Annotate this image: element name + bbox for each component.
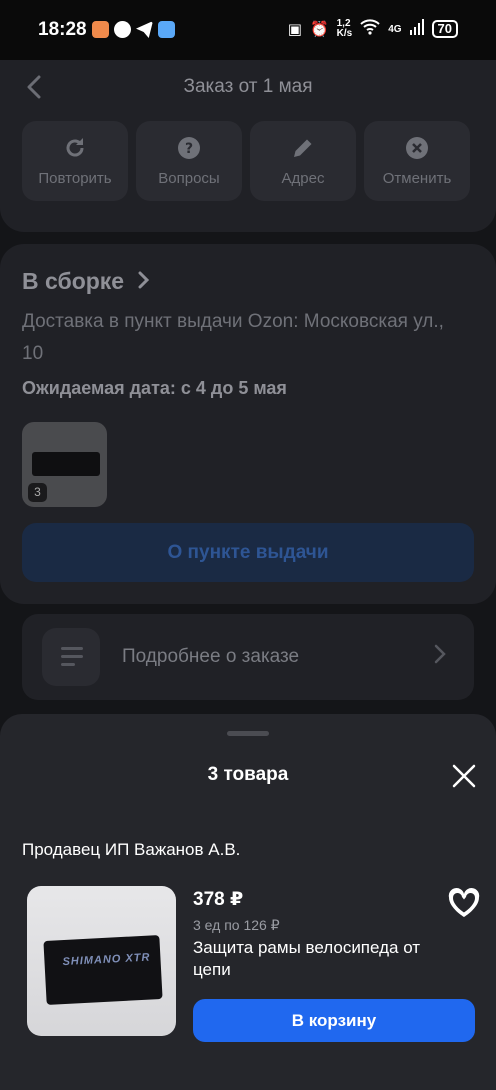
expected-date: Ожидаемая дата: с 4 до 5 мая (22, 378, 287, 398)
order-actions: Повторить ? Вопросы Адрес Отменить (22, 121, 470, 201)
pickup-point-button[interactable]: О пункте выдачи (22, 523, 474, 582)
product-price: 378 ₽ (193, 889, 244, 910)
add-to-cart-button[interactable]: В корзину (193, 999, 475, 1042)
delivery-address: Доставка в пункт выдачи Ozon: Московская… (22, 311, 444, 364)
sheet-title: 3 товара (207, 764, 289, 785)
chevron-right-icon (434, 644, 446, 664)
close-icon (452, 764, 476, 788)
product-unit-price: 3 ед по 126 ₽ (193, 917, 280, 933)
product-thumbnail-image (32, 452, 100, 476)
svg-text:?: ? (185, 141, 193, 157)
cancel-label: Отменить (382, 170, 452, 187)
questions-label: Вопросы (158, 170, 220, 187)
wifi-icon (360, 19, 380, 39)
cancel-icon (404, 135, 430, 161)
telegram-icon (136, 21, 153, 38)
product-name[interactable]: Защита рамы велосипеда от цепи (193, 937, 433, 981)
pencil-icon (290, 135, 316, 161)
order-details-label: Подробнее о заказе (122, 646, 300, 667)
order-item-thumbnail[interactable]: 3 (22, 422, 107, 507)
close-button[interactable] (446, 758, 482, 794)
network-speed: 1,2 K/s (336, 18, 353, 39)
status-time: 18:28 (38, 19, 87, 40)
status-bar: 18:28 ▣ ⏰ 1,2 K/s 4G 70 (0, 0, 496, 60)
network-type: 4G (388, 23, 402, 35)
nfc-icon: ▣ (287, 21, 302, 38)
favorite-button[interactable] (446, 886, 482, 920)
messenger-icon (158, 21, 175, 38)
document-icon (42, 628, 100, 686)
order-details-row[interactable]: Подробнее о заказе (22, 614, 474, 700)
battery-indicator: 70 (431, 20, 458, 38)
product-image[interactable]: SHIMANO XTR (27, 886, 176, 1036)
questions-button[interactable]: ? Вопросы (136, 121, 242, 201)
sheet-drag-handle[interactable] (227, 731, 269, 736)
address-label: Адрес (281, 170, 325, 187)
chevron-right-icon (138, 271, 149, 289)
page-title: Заказ от 1 мая (183, 76, 313, 97)
whatsapp-icon (114, 21, 131, 38)
repeat-button[interactable]: Повторить (22, 121, 128, 201)
order-status-title[interactable]: В сборке (22, 268, 151, 295)
signal-icon (409, 19, 424, 39)
product-brand-logo: SHIMANO XTR (62, 951, 151, 969)
heart-icon (448, 888, 480, 917)
alarm-icon: ⏰ (309, 21, 329, 38)
notification-icons (92, 21, 175, 38)
system-icons: ▣ ⏰ 1,2 K/s 4G 70 (288, 19, 458, 39)
question-icon: ? (176, 135, 202, 161)
repeat-label: Повторить (38, 170, 112, 187)
order-status-text: В сборке (22, 268, 125, 294)
cancel-order-button[interactable]: Отменить (364, 121, 470, 201)
seller-name[interactable]: Продавец ИП Важанов А.В. (22, 840, 240, 860)
repeat-icon (62, 135, 88, 161)
item-count-badge: 3 (28, 483, 47, 502)
app-notification-icon (92, 21, 109, 38)
address-button[interactable]: Адрес (250, 121, 356, 201)
product-photo: SHIMANO XTR (43, 935, 163, 1005)
